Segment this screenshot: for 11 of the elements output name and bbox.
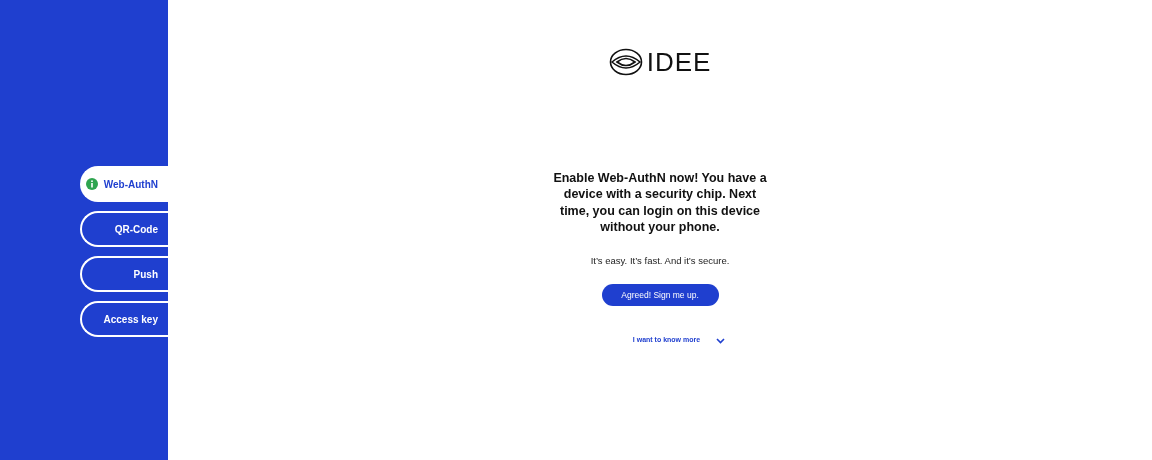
sidebar-tab[interactable]: Push xyxy=(80,256,168,292)
sidebar-tab[interactable]: QR-Code xyxy=(80,211,168,247)
logo-text: IDEE xyxy=(646,49,712,75)
sign-up-button[interactable]: Agreed! Sign me up. xyxy=(601,284,719,307)
subtext: It’s easy. It’s fast. And it’s secure. xyxy=(590,254,730,268)
info-icon xyxy=(85,178,98,190)
chevron-down-icon[interactable] xyxy=(716,337,726,344)
heading: Enable Web-AuthN now! You have a device with a security chip. Next time, you can login on this device without your phone. xyxy=(552,170,768,235)
sidebar-tab[interactable]: Web-AuthN xyxy=(80,166,168,202)
logo-icon xyxy=(608,48,643,76)
sidebar-tab[interactable]: Access key xyxy=(80,301,168,337)
